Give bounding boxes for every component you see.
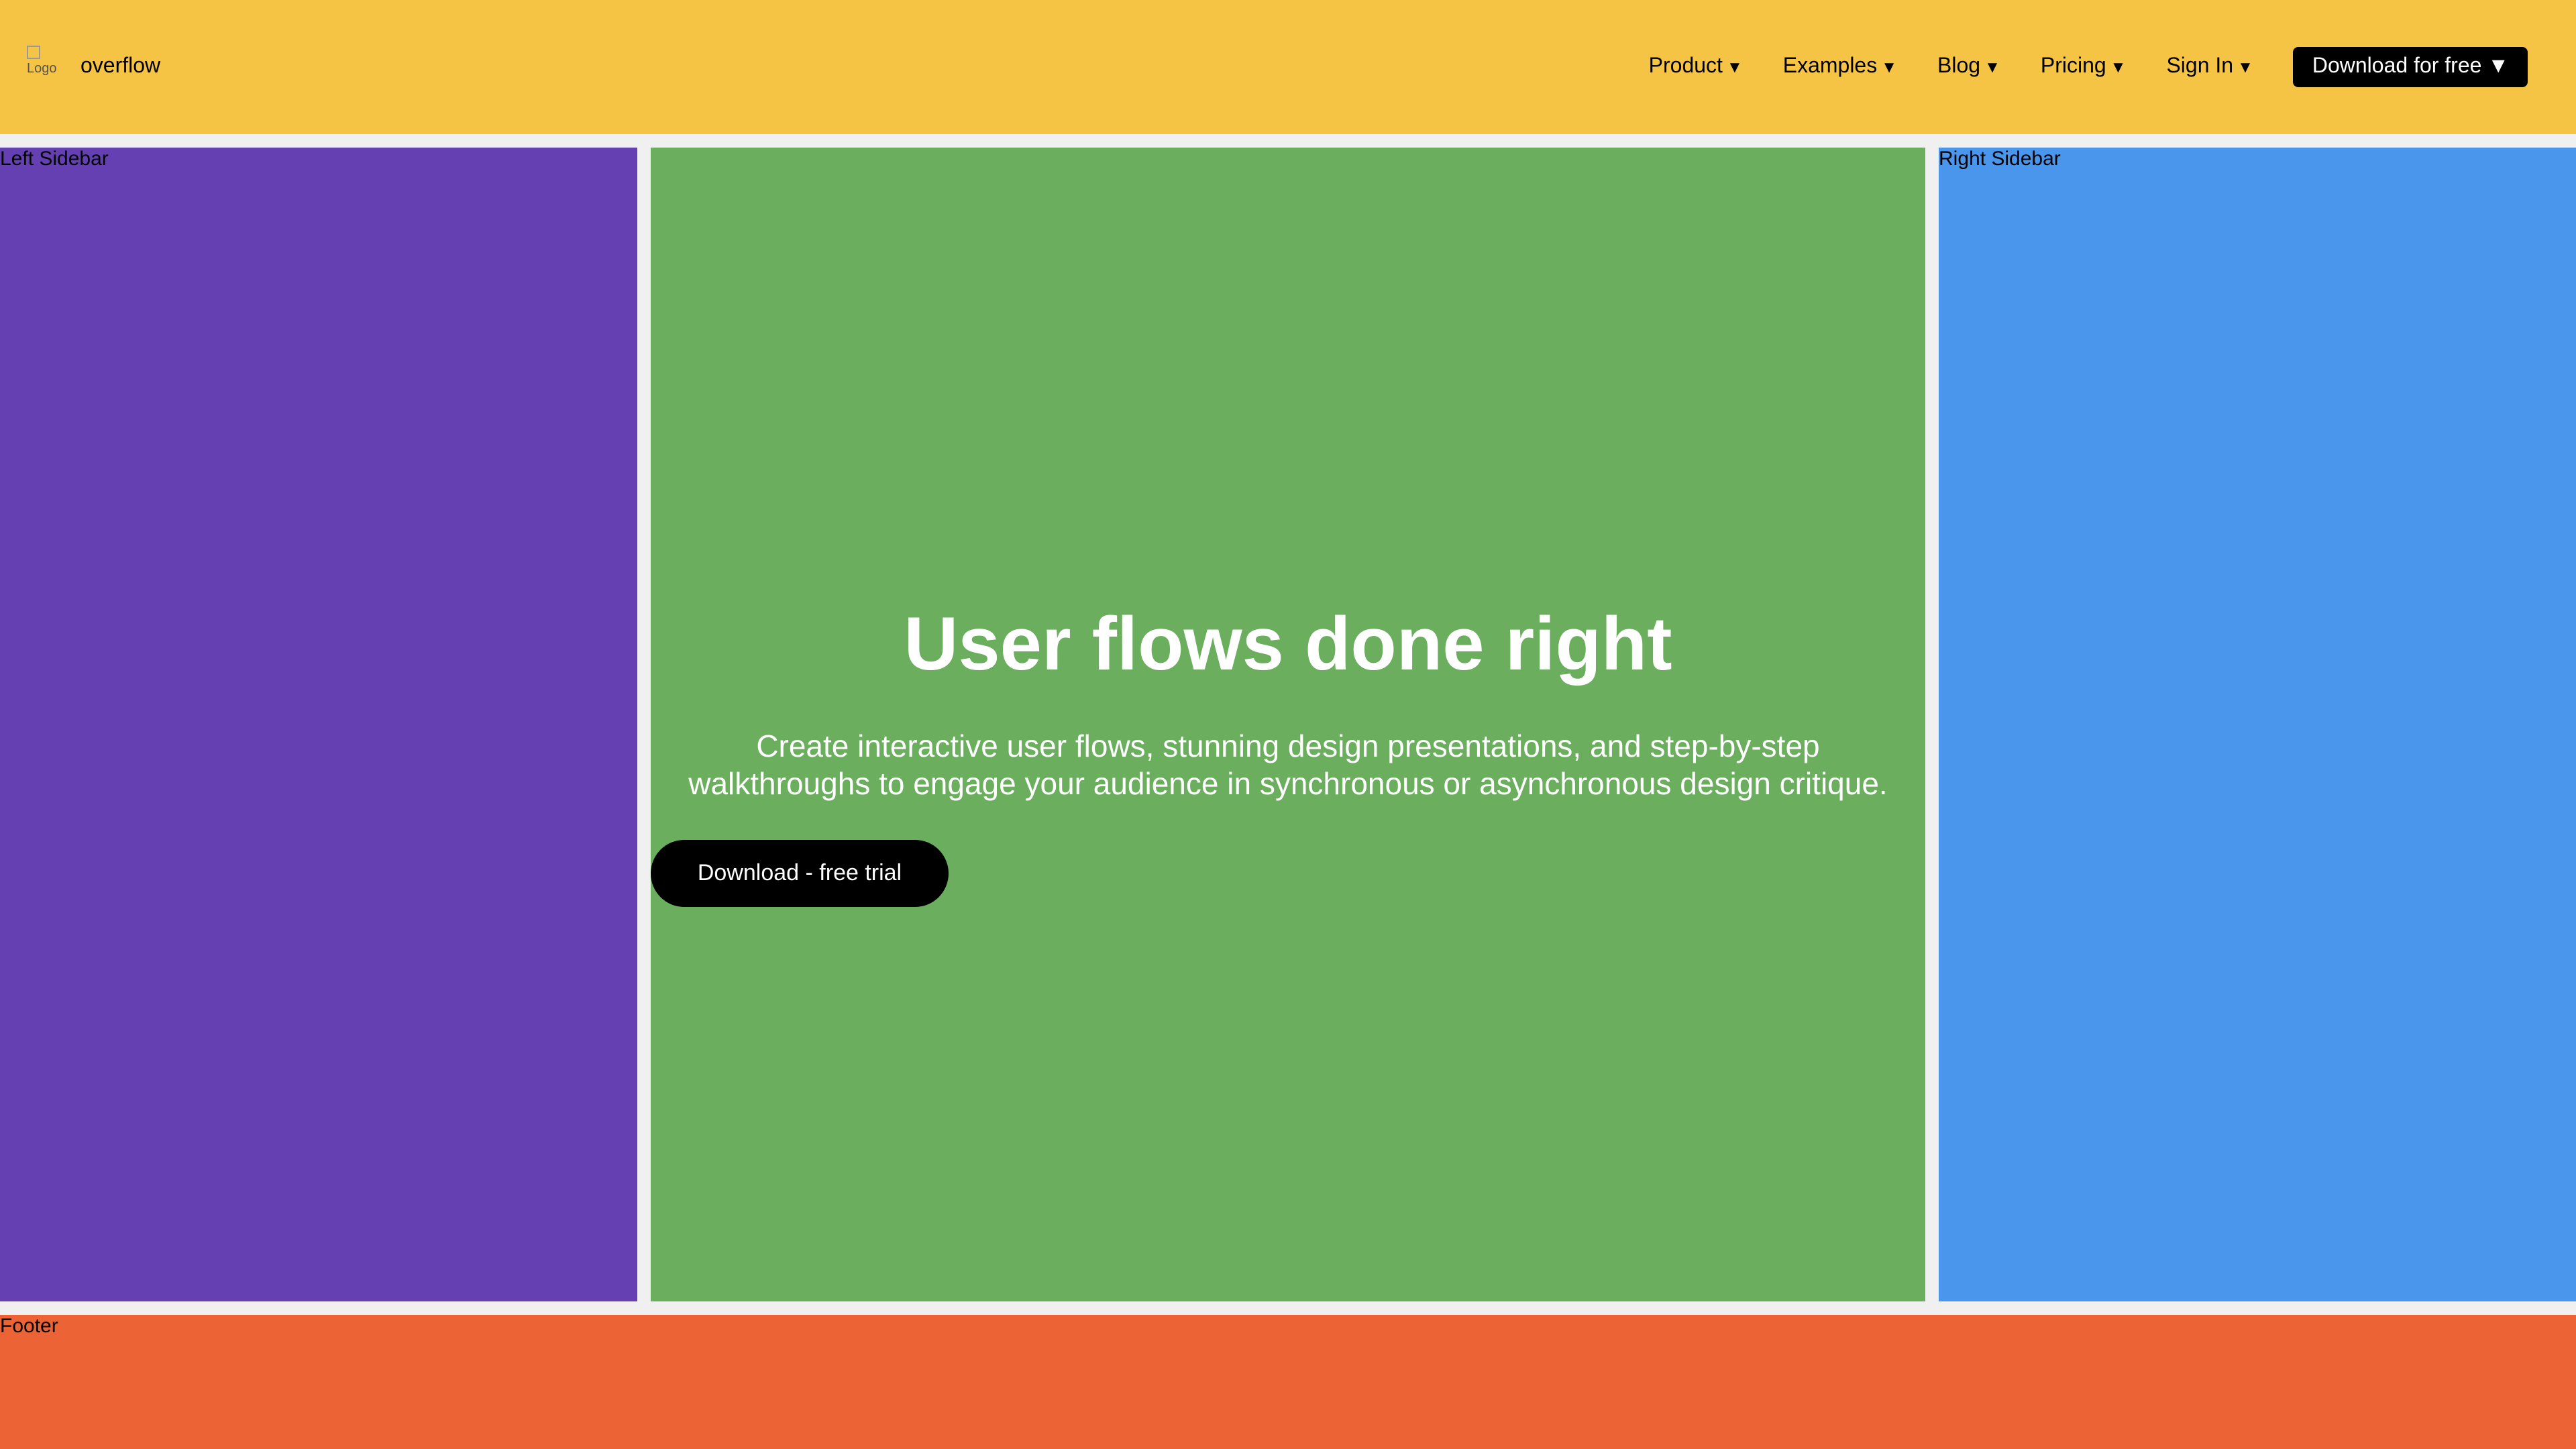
page: Logo overflow Product ▼ Examples ▼ Blog ▼ P… [0,0,2576,1449]
nav-label: Examples [1782,55,1878,78]
chevron-down-icon: ▼ [1881,58,1897,76]
chevron-down-icon: ▼ [2110,58,2127,76]
nav-label: Blog [1937,55,1981,78]
hero-title: User flows done right [904,601,1672,686]
hero-section: User flows done right Create interactive… [651,148,1925,1301]
nav-product[interactable]: Product ▼ [1649,54,1743,80]
hero-subtitle-line: Create interactive user flows, stunning … [756,729,1820,763]
nav-label: Pricing [2040,55,2106,78]
nav-examples[interactable]: Examples ▼ [1783,54,1897,80]
nav-label: Product [1648,55,1723,78]
left-sidebar-label: Left Sidebar [0,148,109,170]
nav-pricing[interactable]: Pricing ▼ [2041,54,2127,80]
chevron-down-icon: ▼ [1984,58,2000,76]
nav-sign-in[interactable]: Sign In ▼ [2166,54,2253,80]
nav-blog[interactable]: Blog ▼ [1937,54,2000,80]
footer-label: Footer [0,1315,58,1338]
logo-image[interactable]: Logo [27,46,67,86]
hero-subtitle: Create interactive user flows, stunning … [651,727,1925,802]
site-header: Logo overflow Product ▼ Examples ▼ Blog ▼ P… [0,0,2576,134]
right-sidebar-label: Right Sidebar [1939,148,2061,170]
left-sidebar: Left Sidebar [0,148,637,1301]
hero-subtitle-line: walkthroughs to engage your audience in … [688,766,1888,801]
chevron-down-icon: ▼ [2237,58,2253,76]
download-for-free-button[interactable]: Download for free ▼ [2293,47,2528,87]
brand-name[interactable]: overflow [80,54,160,80]
chevron-down-icon: ▼ [1726,58,1743,76]
main-nav: Product ▼ Examples ▼ Blog ▼ Pricing ▼ Sign I… [1649,46,2528,89]
right-sidebar: Right Sidebar [1939,148,2576,1301]
download-free-trial-button[interactable]: Download - free trial [651,840,949,907]
site-footer: Footer [0,1315,2576,1449]
nav-label: Sign In [2166,55,2234,78]
broken-image-icon [27,46,40,59]
logo-alt-text: Logo [27,62,57,76]
